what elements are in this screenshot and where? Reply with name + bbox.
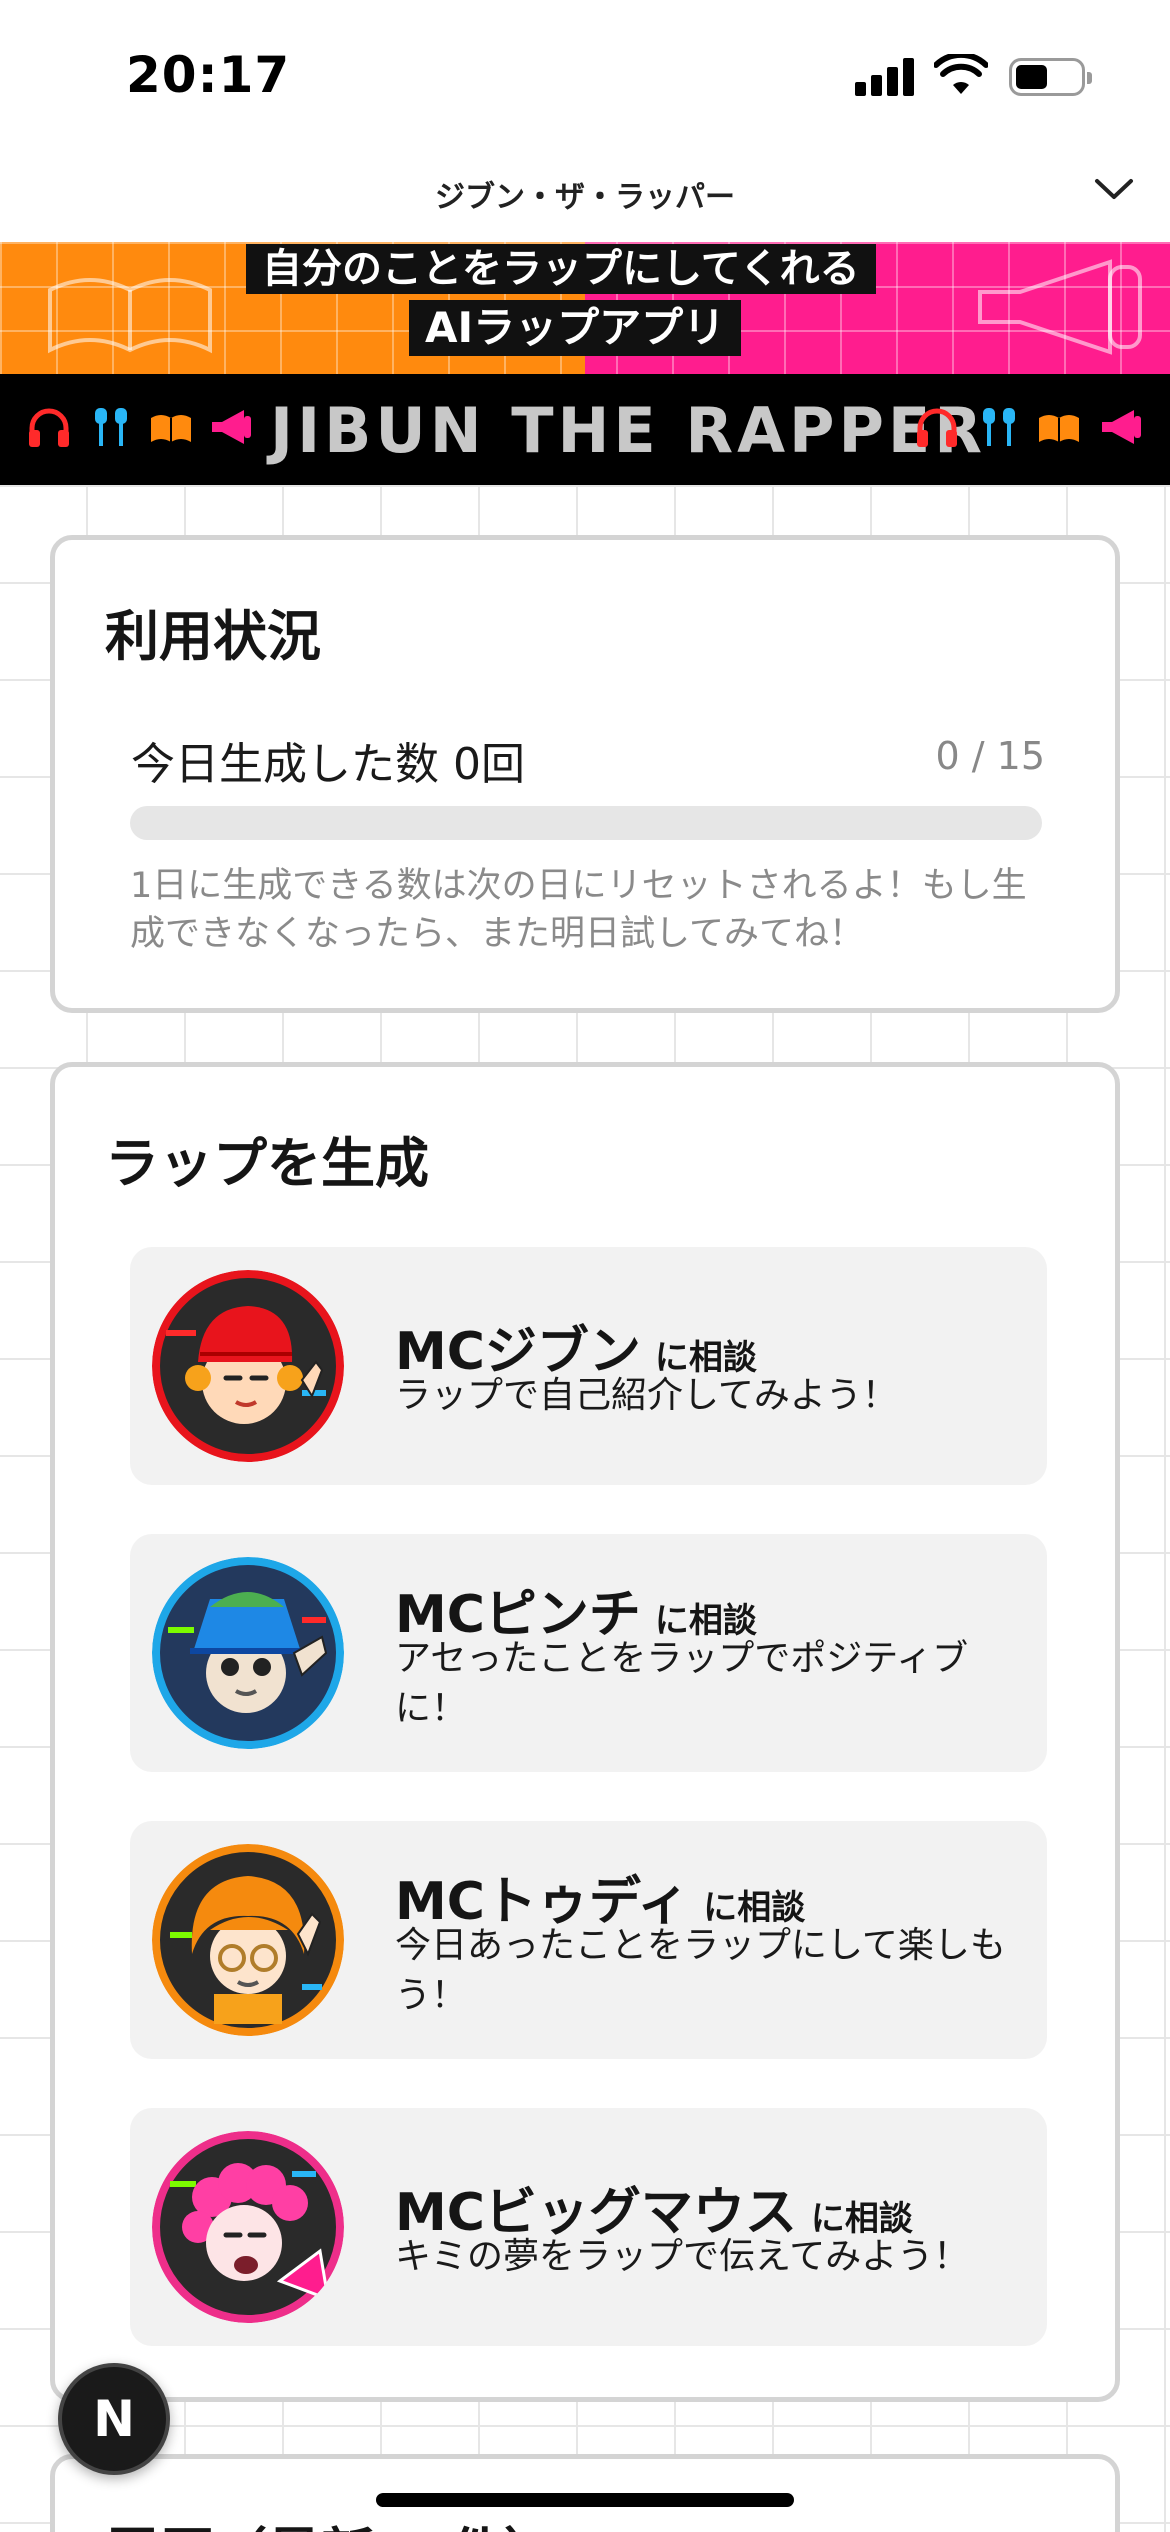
usage-progress-bar <box>130 806 1042 840</box>
usage-note: 1日に生成できる数は次の日にリセットされるよ！もし生成できなくなったら、また明日… <box>130 866 1027 954</box>
home-indicator <box>376 2493 794 2507</box>
mc-today-avatar-icon <box>152 1844 344 2036</box>
banner-brand-strip: JIBUN THE RAPPER <box>0 374 1170 485</box>
mc-pinch-avatar-icon <box>152 1557 344 1749</box>
mc-jibun-avatar-icon <box>152 1270 344 1462</box>
book-icon <box>151 415 191 442</box>
mc-description: ラップで自己紹介してみよう！ <box>395 1375 898 1416</box>
earbuds-icon <box>983 408 1015 446</box>
brand-wordmark: JIBUN THE RAPPER <box>270 394 987 467</box>
usage-today-label: 今日生成した数 0回 <box>131 739 525 790</box>
headphones-icon <box>917 408 957 447</box>
usage-count: 0 / 15 <box>935 734 1046 778</box>
book-outline-decoration <box>48 278 212 354</box>
hero-banner: 自分のことをラップにしてくれる AIラップアプリ JIBUN THE RAPPE… <box>0 242 1170 485</box>
headphones-icon <box>29 408 69 447</box>
generate-card: ラップを生成 MCジブン に相談 ラップで自己紹介してみよう！ MCピンチ に相… <box>50 1062 1120 2402</box>
chevron-down-icon[interactable] <box>1094 176 1134 202</box>
mc-description: アセったことをラップでポジティブに！ <box>395 1638 969 1729</box>
app-header: ジブン・ザ・ラッパー <box>0 150 1170 242</box>
mc-description: キミの夢をラップで伝えてみよう！ <box>395 2236 970 2277</box>
battery-icon <box>1009 58 1092 96</box>
usage-card: 利用状況 今日生成した数 0回 0 / 15 1日に生成できる数は次の日にリセッ… <box>50 535 1120 1013</box>
usage-title: 利用状況 <box>105 605 321 668</box>
wifi-icon <box>934 54 988 94</box>
nextjs-dev-button[interactable]: N <box>58 2363 170 2475</box>
mc-bigmouth-button[interactable]: MCビッグマウス に相談 キミの夢をラップで伝えてみよう！ <box>130 2108 1047 2346</box>
mc-jibun-button[interactable]: MCジブン に相談 ラップで自己紹介してみよう！ <box>130 1247 1047 1485</box>
mc-pinch-button[interactable]: MCピンチ に相談 アセったことをラップでポジティブに！ <box>130 1534 1047 1772</box>
banner-tagline-1: 自分のことをラップにしてくれる <box>246 244 876 294</box>
earbuds-icon <box>95 408 127 446</box>
history-title: 履歴（最新15件） <box>105 2509 558 2532</box>
mc-today-button[interactable]: MCトゥディ に相談 今日あったことをラップにして楽しもう！ <box>130 1821 1047 2059</box>
book-icon <box>1039 415 1079 442</box>
banner-top: 自分のことをラップにしてくれる AIラップアプリ <box>0 242 1170 374</box>
banner-tagline-2: AIラップアプリ <box>409 300 742 356</box>
megaphone-outline-decoration <box>978 259 1142 355</box>
megaphone-icon <box>1102 410 1141 444</box>
mc-description: 今日あったことをラップにして楽しもう！ <box>395 1925 1006 2016</box>
megaphone-icon <box>212 410 251 444</box>
status-time: 20:17 <box>126 46 291 104</box>
generate-title: ラップを生成 <box>105 1132 429 1195</box>
app-title: ジブン・ザ・ラッパー <box>435 180 735 215</box>
status-bar: 20:17 <box>0 0 1170 150</box>
cellular-signal-icon <box>855 58 915 96</box>
mc-bigmouth-avatar-icon <box>152 2131 344 2323</box>
